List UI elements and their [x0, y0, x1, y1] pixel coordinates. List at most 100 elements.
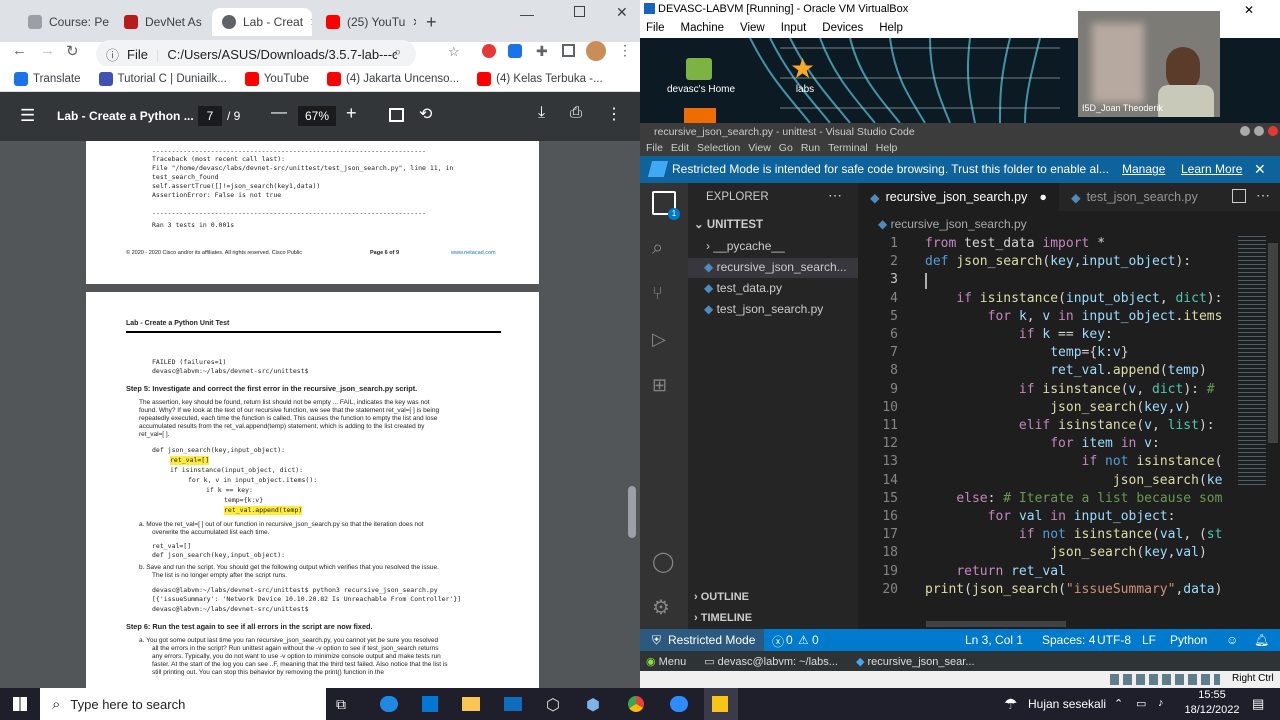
- more-actions-icon[interactable]: ⋯: [1256, 187, 1270, 204]
- labs-folder-icon[interactable]: ★: [790, 52, 815, 85]
- status-position[interactable]: Ln 3, Col 1: [965, 633, 1023, 647]
- pdf-viewer[interactable]: ----------------------------------------…: [0, 141, 640, 688]
- horizontal-scrollbar[interactable]: [926, 621, 1066, 627]
- editor-tab-test-json[interactable]: ◆ test_json_search.py: [1059, 183, 1210, 211]
- vbox-menu-machine[interactable]: Machine: [681, 22, 724, 34]
- bookmark-jakarta[interactable]: (4) Jakarta Uncenso...: [327, 71, 459, 86]
- code-line[interactable]: 2 def json_search(key,input_object):: [858, 254, 1280, 272]
- tree-item-pycache[interactable]: › __pycache__: [706, 239, 785, 253]
- maximize-icon[interactable]: [1254, 126, 1264, 136]
- code-line[interactable]: 4 if isinstance(input_object, dict):: [858, 291, 1280, 309]
- code-line[interactable]: 15 else: # Iterate a list because som: [858, 491, 1280, 509]
- guest-terminal-task[interactable]: ▭ devasc@labvm: ~/labs...: [704, 655, 838, 668]
- status-errors[interactable]: 0: [786, 633, 793, 647]
- guest-menu[interactable]: ◉ Menu: [646, 655, 686, 668]
- code-line[interactable]: 7 temp={k:v}: [858, 345, 1280, 363]
- settings-gear-icon[interactable]: ⚙: [652, 595, 676, 619]
- code-line[interactable]: 19 return ret_val: [858, 564, 1280, 582]
- code-line[interactable]: 14 json_search(ke: [858, 473, 1280, 491]
- taskbar-search-box[interactable]: ⌕ Type here to search: [40, 688, 326, 720]
- close-icon[interactable]: ✕: [1254, 161, 1266, 178]
- tree-item-test-json[interactable]: ◆ test_json_search.py: [704, 302, 823, 316]
- menu-file[interactable]: File: [646, 142, 663, 154]
- status-eol[interactable]: LF: [1142, 633, 1156, 647]
- windows-start-icon[interactable]: [0, 688, 40, 720]
- minimap[interactable]: [1238, 236, 1266, 486]
- folder-unittest[interactable]: ⌄ UNITTEST: [694, 217, 763, 231]
- rotate-icon[interactable]: ⟲: [419, 104, 432, 124]
- code-line[interactable]: 8 ret_val.append(temp): [858, 363, 1280, 381]
- kebab-menu-icon[interactable]: ⋮: [618, 42, 632, 59]
- code-line[interactable]: 13 if not isinstance(: [858, 454, 1280, 472]
- editor-scrollbar[interactable]: [1268, 243, 1278, 443]
- status-encoding[interactable]: UTF-8: [1097, 633, 1131, 647]
- feedback-icon[interactable]: ☺: [1226, 633, 1238, 647]
- close-window-icon[interactable]: ✕: [616, 4, 628, 21]
- learn-more-link[interactable]: Learn More: [1181, 162, 1242, 176]
- source-control-icon[interactable]: ⑂: [652, 283, 676, 307]
- breadcrumb[interactable]: ◆ recursive_json_search.py: [878, 217, 1027, 231]
- clock-date[interactable]: 18/12/2022: [1180, 704, 1244, 716]
- chrome-task-icon[interactable]: [628, 696, 644, 712]
- new-tab-icon[interactable]: +: [426, 12, 437, 33]
- bell-icon[interactable]: 🔔︎: [1254, 633, 1269, 647]
- vbox-device-icons[interactable]: [1110, 674, 1220, 685]
- code-line[interactable]: 11 elif isinstance(v, list):: [858, 418, 1280, 436]
- vm-task-icon[interactable]: [712, 696, 728, 712]
- run-debug-icon[interactable]: ▷: [652, 329, 676, 353]
- network-icon[interactable]: ▭: [1136, 697, 1146, 710]
- vbox-menu-view[interactable]: View: [740, 22, 765, 34]
- virtualbox-task-icon[interactable]: ⬢: [586, 695, 600, 715]
- zoom-task-icon[interactable]: [670, 696, 688, 712]
- pdf-scrollbar-thumb[interactable]: [628, 486, 636, 538]
- weather-text[interactable]: Hujan sesekali: [1028, 697, 1106, 711]
- bookmark-kelas[interactable]: (4) Kelas Terbuka -...: [477, 71, 603, 86]
- store-icon[interactable]: [422, 696, 438, 712]
- menu-terminal[interactable]: Terminal: [828, 142, 868, 154]
- desktop-icon[interactable]: [684, 108, 716, 123]
- clock-time[interactable]: 15:55: [1192, 689, 1232, 701]
- outline-section[interactable]: › OUTLINE: [694, 591, 749, 603]
- tab-devnet[interactable]: DevNet As ✕: [114, 8, 210, 36]
- menu-run[interactable]: Run: [801, 142, 820, 154]
- tray-chevron-icon[interactable]: ⌃: [1114, 697, 1123, 710]
- fit-page-icon[interactable]: [389, 108, 404, 122]
- code-line[interactable]: 5 for k, v in input_object.items: [858, 309, 1280, 327]
- zoom-in-icon[interactable]: +: [346, 103, 357, 124]
- accounts-icon[interactable]: ◯: [652, 549, 676, 573]
- opera-extension-icon[interactable]: [482, 44, 496, 58]
- manage-link[interactable]: Manage: [1122, 162, 1165, 176]
- timeline-section[interactable]: › TIMELINE: [694, 612, 752, 624]
- more-actions-icon[interactable]: ⋯: [828, 187, 842, 204]
- tab-course[interactable]: Course: Pe ✕: [18, 8, 110, 36]
- vbox-menu-devices[interactable]: Devices: [822, 22, 863, 34]
- extensions-icon[interactable]: ⊞: [652, 375, 676, 399]
- bookmark-translate[interactable]: Translate: [14, 71, 81, 86]
- status-warnings[interactable]: 0: [812, 633, 819, 647]
- print-icon[interactable]: ⎙: [570, 104, 582, 121]
- download-icon[interactable]: ⤓: [538, 104, 545, 122]
- task-view-icon[interactable]: ⧉: [336, 696, 346, 713]
- code-line[interactable]: 6 if k == key:: [858, 327, 1280, 345]
- status-spaces[interactable]: Spaces: 4: [1042, 633, 1095, 647]
- code-line[interactable]: 3: [858, 272, 1280, 290]
- code-line[interactable]: 1 from test_data import *: [858, 236, 1280, 254]
- guest-editor-task[interactable]: ◆ recursive_json_sear...: [856, 655, 975, 668]
- code-line[interactable]: 17 if not isinstance(val, (st: [858, 527, 1280, 545]
- vbox-menu-input[interactable]: Input: [781, 22, 807, 34]
- code-line[interactable]: 9 if isinstance(v, dict): #: [858, 382, 1280, 400]
- split-editor-icon[interactable]: [1232, 189, 1246, 203]
- sidepanel-icon[interactable]: [562, 44, 575, 57]
- menu-go[interactable]: Go: [779, 142, 793, 154]
- vbox-close-icon[interactable]: ✕: [1244, 3, 1254, 17]
- bookmark-youtube[interactable]: YouTube: [244, 71, 309, 86]
- vbox-menu-file[interactable]: File: [646, 22, 665, 34]
- notifications-icon[interactable]: ▤: [1252, 696, 1264, 712]
- tree-item-test-data[interactable]: ◆ test_data.py: [704, 281, 782, 295]
- mail-icon[interactable]: [504, 697, 522, 711]
- shield-extension-icon[interactable]: [508, 44, 522, 58]
- minimize-icon[interactable]: [1240, 126, 1250, 136]
- zoom-icon[interactable]: ⌕: [394, 44, 401, 60]
- zoom-out-icon[interactable]: —: [271, 104, 287, 122]
- close-icon[interactable]: ✕: [310, 16, 312, 29]
